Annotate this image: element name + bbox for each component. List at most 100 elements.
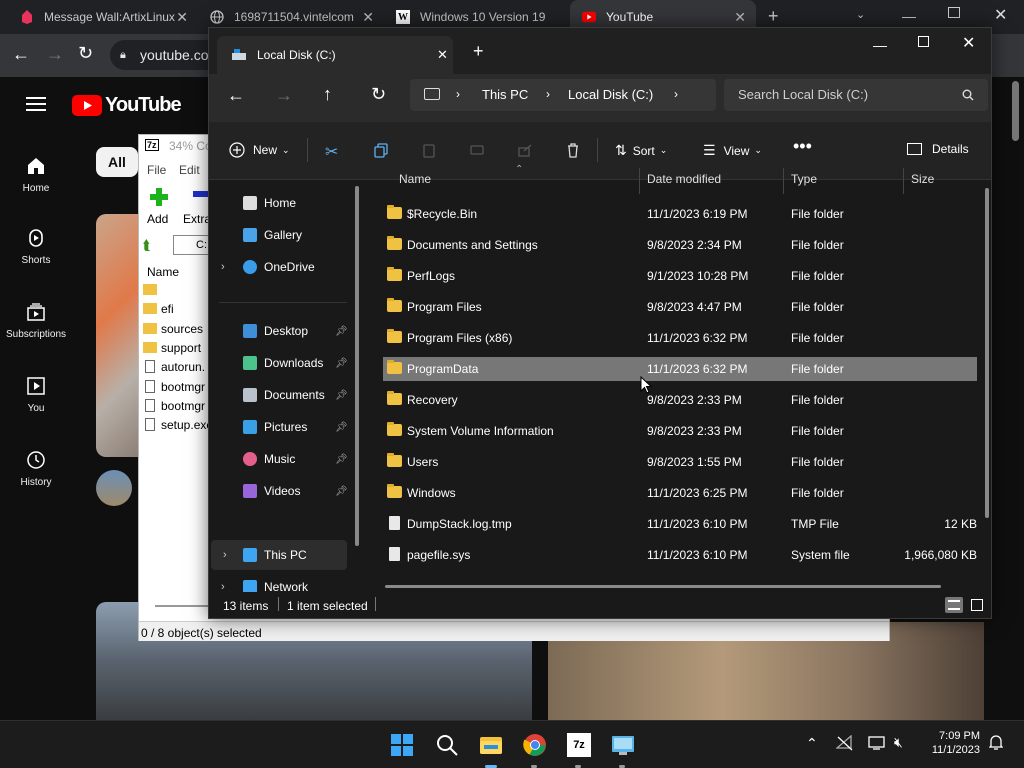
sort-button[interactable]: ⇅ Sort ⌄ <box>615 142 667 159</box>
column-header-name[interactable]: Name <box>399 172 431 186</box>
navigation-pane-scrollbar[interactable] <box>355 186 359 546</box>
sidebar-item-this-pc[interactable]: › This PC <box>211 540 347 570</box>
new-tab-icon[interactable]: + <box>768 6 779 27</box>
pin-icon[interactable]: 📌︎ <box>335 486 348 497</box>
sidebar-item-pictures[interactable]: Pictures 📌︎ <box>209 412 357 442</box>
table-row[interactable]: System Volume Information 9/8/2023 2:33 P… <box>383 419 977 443</box>
taskbar-chrome[interactable] <box>523 733 547 757</box>
chevron-right-icon[interactable]: › <box>674 87 678 101</box>
list-item[interactable]: autorun. <box>143 360 213 378</box>
sidebar-item-documents[interactable]: Documents 📌︎ <box>209 380 357 410</box>
new-tab-icon[interactable]: + <box>473 41 484 62</box>
column-divider[interactable] <box>783 168 784 194</box>
table-row[interactable]: Users 9/8/2023 1:55 PM File folder <box>383 450 977 474</box>
chrome-tab-artix[interactable]: Message Wall:ArtixLinux ✕ <box>8 0 198 34</box>
paste-icon[interactable] <box>421 142 437 158</box>
clock[interactable]: 7:09 PM 11/1/2023 <box>918 729 980 757</box>
table-row[interactable]: Program Files (x86) 11/1/2023 6:32 PM File… <box>383 326 977 350</box>
yt-nav-shorts[interactable]: Shorts <box>0 227 72 266</box>
display-icon[interactable] <box>868 735 886 754</box>
table-row[interactable]: $Recycle.Bin 11/1/2023 6:19 PM File folder <box>383 202 977 226</box>
sidebar-item-music[interactable]: Music 📌︎ <box>209 444 357 474</box>
list-item[interactable]: support <box>143 341 213 359</box>
refresh-icon[interactable]: ↻ <box>371 84 386 105</box>
copy-icon[interactable] <box>373 142 389 158</box>
details-view-icon[interactable] <box>945 597 963 613</box>
sidebar-item-home[interactable]: Home <box>209 188 357 218</box>
table-row[interactable]: DumpStack.log.tmp 11/1/2023 6:10 PM TMP Fi… <box>383 512 977 536</box>
restore-icon[interactable] <box>948 7 960 18</box>
forward-icon[interactable]: → <box>275 85 293 106</box>
sevenzip-scrollbar[interactable] <box>155 605 209 607</box>
sevenzip-menu-edit[interactable]: Edit <box>179 163 200 177</box>
tab-search-icon[interactable]: ⌄ <box>856 8 865 21</box>
column-header-date[interactable]: Date modified <box>647 172 721 186</box>
taskbar-file-explorer[interactable] <box>479 733 503 757</box>
close-tab-icon[interactable]: ✕ <box>734 9 746 26</box>
volume-muted-icon[interactable]: 🔇︎ <box>894 734 903 751</box>
close-tab-icon[interactable]: ✕ <box>176 9 188 26</box>
search-input[interactable]: Search Local Disk (C:) <box>724 79 988 111</box>
taskbar-7zip[interactable]: 7z <box>567 733 591 757</box>
minimize-icon[interactable]: — <box>902 8 916 24</box>
list-item[interactable]: sources <box>143 322 213 340</box>
yt-nav-home[interactable]: Home <box>0 155 72 194</box>
details-button[interactable]: Details <box>907 142 969 156</box>
up-folder-icon[interactable]: ⮬ <box>143 237 151 254</box>
taskbar-control-panel[interactable] <box>611 733 635 757</box>
minimize-icon[interactable]: — <box>873 37 887 53</box>
pin-icon[interactable]: 📌︎ <box>335 390 348 401</box>
search-button[interactable] <box>435 733 459 757</box>
network-offline-icon[interactable] <box>835 734 854 754</box>
column-divider[interactable] <box>903 168 904 194</box>
address-bar[interactable]: › This PC › Local Disk (C:) › <box>410 79 716 111</box>
sidebar-item-onedrive[interactable]: › OneDrive <box>209 252 357 282</box>
breadcrumb-local-disk[interactable]: Local Disk (C:) <box>568 87 653 102</box>
notifications-icon[interactable] <box>988 734 1004 753</box>
table-row[interactable]: ProgramData 11/1/2023 6:32 PM File folder <box>383 357 977 381</box>
close-tab-icon[interactable]: ✕ <box>437 47 448 63</box>
file-list-horizontal-scrollbar[interactable] <box>385 585 941 588</box>
new-button[interactable]: New ⌄ <box>229 142 290 158</box>
chevron-right-icon[interactable]: › <box>456 87 460 101</box>
chip-all[interactable]: All <box>96 147 138 177</box>
chevron-right-icon[interactable]: › <box>546 87 550 101</box>
explorer-tab-local-disk[interactable]: Local Disk (C:) ✕ <box>217 36 453 74</box>
close-icon[interactable]: ✕ <box>962 33 975 53</box>
sevenzip-add-button[interactable]: Add <box>147 212 168 226</box>
pin-icon[interactable]: 📌︎ <box>335 326 348 337</box>
chevron-right-icon[interactable]: › <box>221 261 225 273</box>
video-thumbnail[interactable] <box>96 214 138 457</box>
pin-icon[interactable]: 📌︎ <box>335 422 348 433</box>
table-row[interactable]: Program Files 9/8/2023 4:47 PM File folder <box>383 295 977 319</box>
yt-nav-subscriptions[interactable]: Subscriptions <box>0 301 72 340</box>
sevenzip-path-field[interactable]: C: <box>173 235 213 255</box>
rename-icon[interactable] <box>469 142 485 158</box>
share-icon[interactable] <box>517 142 533 158</box>
delete-icon[interactable] <box>565 142 581 158</box>
close-tab-icon[interactable]: ✕ <box>362 9 374 26</box>
column-header-size[interactable]: Size <box>911 172 934 186</box>
yt-nav-you[interactable]: You <box>0 375 72 414</box>
sidebar-item-downloads[interactable]: Downloads 📌︎ <box>209 348 357 378</box>
table-row[interactable]: pagefile.sys 11/1/2023 6:10 PM System file… <box>383 543 977 567</box>
forward-icon[interactable]: → <box>46 44 64 65</box>
back-icon[interactable]: ← <box>227 85 245 106</box>
sevenzip-extract-button[interactable]: Extra <box>183 212 211 226</box>
sevenzip-menu-file[interactable]: File <box>147 163 166 177</box>
page-scrollbar[interactable] <box>1012 81 1019 141</box>
table-row[interactable]: PerfLogs 9/1/2023 10:28 PM File folder <box>383 264 977 288</box>
sidebar-item-gallery[interactable]: Gallery <box>209 220 357 250</box>
start-button[interactable] <box>390 733 414 757</box>
list-item[interactable]: bootmgr <box>143 398 213 417</box>
sevenzip-col-name[interactable]: Name <box>147 265 179 279</box>
list-item[interactable]: setup.exe <box>143 418 213 436</box>
pin-icon[interactable]: 📌︎ <box>335 358 348 369</box>
extract-icon[interactable] <box>193 191 209 197</box>
hamburger-menu-icon[interactable] <box>26 97 46 111</box>
large-icons-view-icon[interactable] <box>971 599 983 611</box>
reload-icon[interactable]: ↻ <box>78 43 93 64</box>
view-button[interactable]: ☰ View ⌄ <box>703 142 762 159</box>
breadcrumb-this-pc[interactable]: This PC <box>482 87 528 102</box>
yt-nav-history[interactable]: History <box>0 449 72 488</box>
